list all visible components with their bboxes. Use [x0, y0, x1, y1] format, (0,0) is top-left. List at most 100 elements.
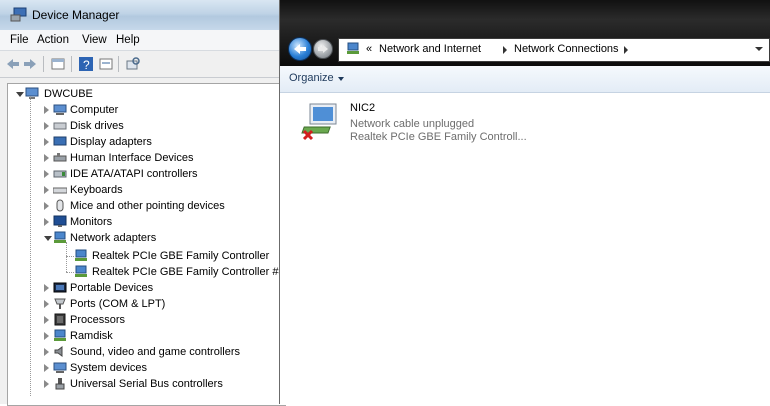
- tree-item-label: System devices: [70, 362, 148, 374]
- address-bar[interactable]: « Network and Internet Network Connectio…: [338, 38, 770, 62]
- svg-text:?: ?: [83, 58, 90, 72]
- properties-view-icon[interactable]: [50, 56, 66, 72]
- tree-guide-line: [66, 256, 74, 257]
- toolbar-divider: [118, 56, 119, 72]
- tree-item-label: IDE ATA/ATAPI controllers: [70, 168, 198, 180]
- device-manager-icon: [10, 7, 27, 22]
- sound-icon: [54, 346, 63, 357]
- breadcrumb-separator-icon[interactable]: [624, 46, 628, 54]
- expand-arrow-icon[interactable]: [44, 348, 49, 356]
- tree-item-label: Keyboards: [70, 184, 123, 196]
- mouse-icon: [56, 199, 64, 212]
- toolbar: ?: [0, 51, 285, 78]
- tree-guide-line: [66, 272, 74, 273]
- connection-device: Realtek PCIe GBE Family Controll...: [350, 131, 527, 143]
- processor-icon: [54, 313, 66, 326]
- network-adapter-icon: [75, 249, 87, 261]
- scan-hardware-icon[interactable]: [125, 56, 141, 72]
- toolbar-divider: [43, 56, 44, 72]
- menu-help[interactable]: Help: [116, 34, 140, 46]
- organize-button[interactable]: Organize: [289, 72, 334, 84]
- tree-item-label: Ramdisk: [70, 330, 113, 342]
- tree-item-label: Computer: [70, 104, 119, 116]
- breadcrumb-network-connections[interactable]: Network Connections: [514, 43, 619, 55]
- breadcrumb-separator-icon[interactable]: [503, 46, 507, 54]
- chevron-down-icon[interactable]: [338, 77, 344, 81]
- expand-arrow-icon[interactable]: [44, 380, 49, 388]
- ide-controller-icon: [53, 170, 67, 178]
- toolbar-divider: [71, 56, 72, 72]
- network-connection-icon: [301, 103, 337, 141]
- properties-icon[interactable]: [98, 56, 114, 72]
- computer-icon: [53, 104, 67, 115]
- connection-name: NIC2: [350, 102, 376, 114]
- tree-item-label: Disk drives: [70, 120, 124, 132]
- back-arrow-icon: [294, 44, 306, 54]
- breadcrumb-overflow[interactable]: «: [366, 43, 372, 55]
- expand-arrow-icon[interactable]: [44, 364, 49, 372]
- back-button[interactable]: [288, 37, 312, 61]
- expand-arrow-icon[interactable]: [44, 300, 49, 308]
- command-bar: Organize: [280, 66, 770, 93]
- tree-item-label: Universal Serial Bus controllers: [70, 378, 223, 390]
- address-dropdown-icon[interactable]: [755, 47, 763, 51]
- menu-file[interactable]: File: [10, 34, 29, 46]
- breadcrumb-network-and-internet[interactable]: Network and Internet: [379, 43, 481, 55]
- tree-item-label: Realtek PCIe GBE Family Controller: [92, 250, 270, 262]
- expand-arrow-icon[interactable]: [44, 106, 49, 114]
- window-frame: « Network and Internet Network Connectio…: [280, 0, 770, 66]
- expand-arrow-icon[interactable]: [44, 202, 49, 210]
- portable-device-icon: [53, 282, 67, 293]
- expand-arrow-icon[interactable]: [44, 170, 49, 178]
- device-tree[interactable]: DWCUBE Computer Disk drives Display adap…: [7, 83, 286, 406]
- tree-item-label: Processors: [70, 314, 126, 326]
- network-adapter-icon: [75, 265, 87, 277]
- keyboard-icon: [53, 187, 67, 194]
- connection-item[interactable]: NIC2 Network cable unplugged Realtek PCI…: [300, 100, 560, 148]
- tree-item-label: Monitors: [70, 216, 113, 228]
- tree-item-label: Mice and other pointing devices: [70, 200, 225, 212]
- tree-guide-line: [66, 242, 67, 272]
- tree-item-label: Human Interface Devices: [70, 152, 194, 164]
- tree-item-label: Sound, video and game controllers: [70, 346, 240, 358]
- tree-item-label: Display adapters: [70, 136, 152, 148]
- disk-drive-icon: [53, 122, 67, 130]
- menu-action[interactable]: Action: [37, 34, 69, 46]
- expand-arrow-icon[interactable]: [44, 186, 49, 194]
- display-adapter-icon: [53, 136, 67, 146]
- forward-arrow-icon: [318, 45, 328, 53]
- expand-arrow-icon[interactable]: [44, 122, 49, 130]
- menu-view[interactable]: View: [82, 34, 107, 46]
- expand-arrow-icon[interactable]: [44, 138, 49, 146]
- window-title: Device Manager: [32, 8, 120, 22]
- port-icon: [54, 298, 66, 309]
- tree-root-label: DWCUBE: [44, 88, 93, 100]
- network-folder-icon: [347, 42, 359, 54]
- back-arrow-icon[interactable]: [5, 56, 21, 72]
- computer-icon: [25, 87, 39, 99]
- tree-item-label: Portable Devices: [70, 282, 154, 294]
- ramdisk-icon: [54, 329, 66, 341]
- network-connections-window: « Network and Internet Network Connectio…: [279, 0, 770, 404]
- expand-arrow-icon[interactable]: [44, 316, 49, 324]
- collapse-arrow-icon[interactable]: [16, 92, 24, 97]
- collapse-arrow-icon[interactable]: [44, 236, 52, 241]
- forward-button[interactable]: [313, 39, 333, 59]
- tree-guide-line: [30, 96, 31, 396]
- tree-root[interactable]: DWCUBE: [16, 86, 276, 102]
- device-manager-title-bar[interactable]: Device Manager: [0, 0, 285, 30]
- monitor-icon: [53, 215, 67, 227]
- expand-arrow-icon[interactable]: [44, 218, 49, 226]
- forward-arrow-icon[interactable]: [22, 56, 38, 72]
- expand-arrow-icon[interactable]: [44, 332, 49, 340]
- network-adapter-icon: [54, 231, 66, 243]
- usb-icon: [55, 378, 65, 390]
- help-icon[interactable]: ?: [78, 56, 94, 72]
- menu-bar: File Action View Help: [0, 30, 285, 51]
- system-device-icon: [53, 362, 67, 373]
- tree-item-label: Network adapters: [70, 232, 157, 244]
- connection-status: Network cable unplugged: [350, 118, 475, 130]
- expand-arrow-icon[interactable]: [44, 154, 49, 162]
- hid-icon: [53, 153, 67, 162]
- expand-arrow-icon[interactable]: [44, 284, 49, 292]
